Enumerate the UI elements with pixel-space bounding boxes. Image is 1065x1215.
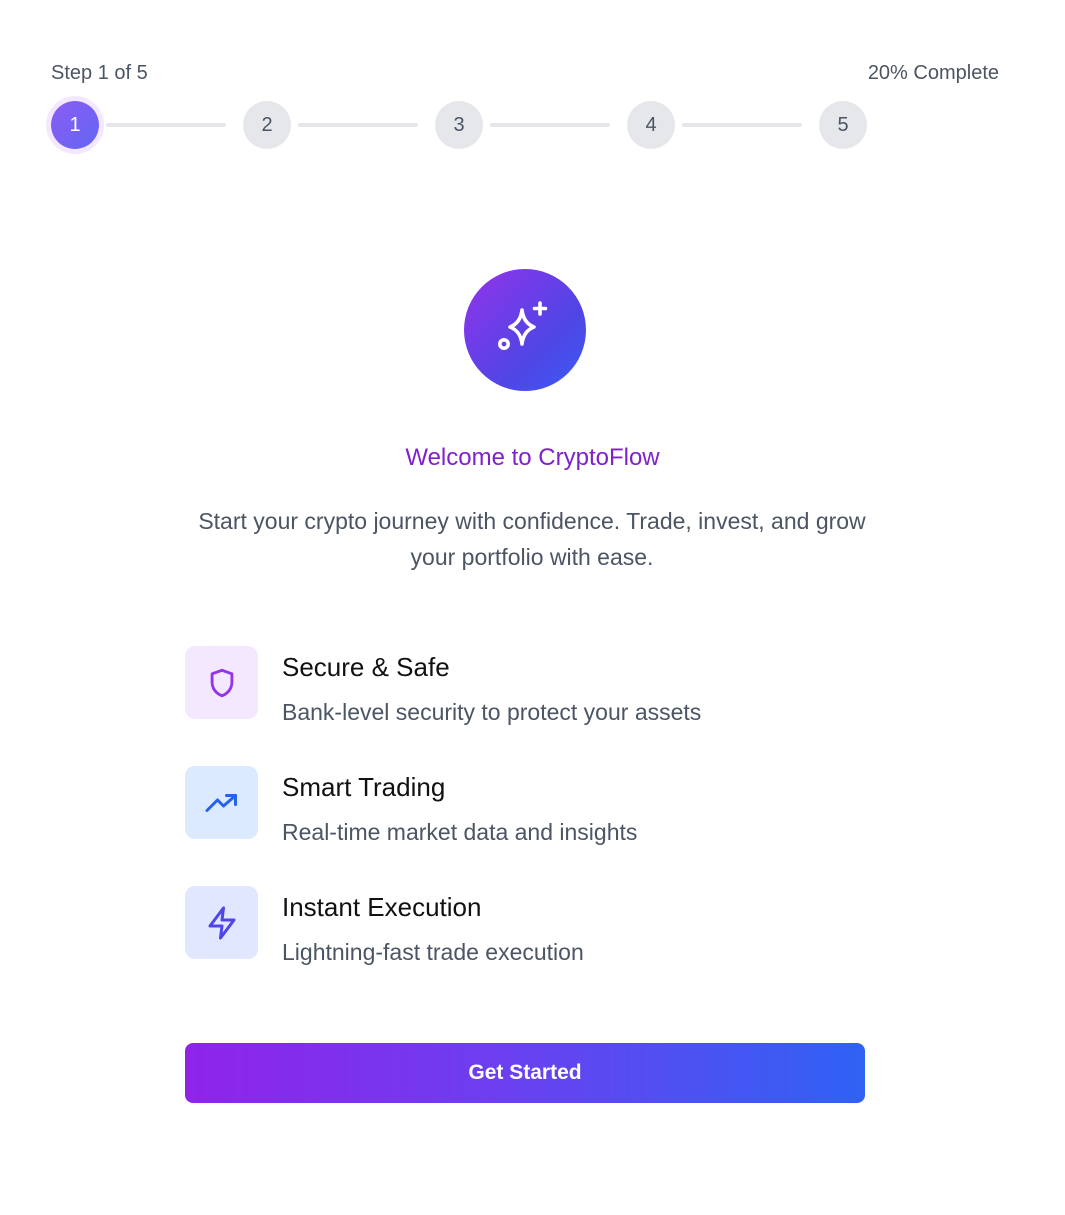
step-connector [298,123,418,127]
trending-up-icon [205,793,237,812]
feature-description: Lightning-fast trade execution [282,939,584,965]
feature-title: Secure & Safe [282,652,450,682]
step-3[interactable]: 3 [435,101,483,149]
feature-instant-execution: Instant Execution Lightning-fast trade e… [185,886,865,966]
step-connector [490,123,610,127]
step-4[interactable]: 4 [627,101,675,149]
feature-title: Instant Execution [282,892,482,922]
step-connector [106,123,226,127]
hero-icon-circle [464,269,586,391]
step-1[interactable]: 1 [51,101,99,149]
welcome-subtitle: Start your crypto journey with confidenc… [198,508,866,570]
feature-icon-tile [185,886,258,959]
feature-description: Real-time market data and insights [282,819,638,845]
feature-smart-trading: Smart Trading Real-time market data and … [185,766,865,846]
progress-percent-text: 20% Complete [867,62,999,84]
welcome-title: Welcome to CryptoFlow [405,444,660,471]
step-5[interactable]: 5 [819,101,867,149]
step-2[interactable]: 2 [243,101,291,149]
step-connector [682,123,802,127]
progress-header: Step 1 of 5 20% Complete [51,62,999,86]
feature-icon-tile [185,646,258,719]
stepper: 1 2 3 4 5 [51,101,868,149]
feature-description: Bank-level security to protect your asse… [282,699,702,725]
sparkles-icon [498,301,548,350]
feature-icon-tile [185,766,258,839]
get-started-button[interactable]: Get Started [185,1043,865,1103]
step-indicator-text: Step 1 of 5 [51,62,148,84]
lightning-icon [208,906,235,939]
feature-secure: Secure & Safe Bank-level security to pro… [185,646,865,726]
shield-icon [210,668,233,697]
feature-title: Smart Trading [282,772,446,802]
